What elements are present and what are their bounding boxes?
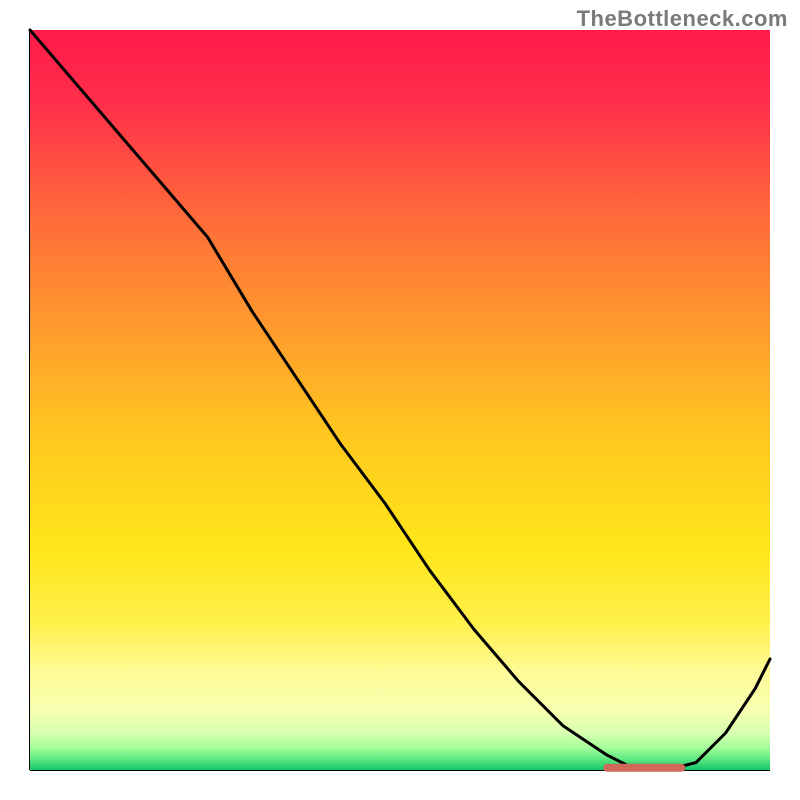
plot-area — [30, 30, 770, 770]
chart-container: TheBottleneck.com — [0, 0, 800, 800]
bottleneck-chart — [0, 0, 800, 800]
attribution-text: TheBottleneck.com — [577, 6, 788, 32]
